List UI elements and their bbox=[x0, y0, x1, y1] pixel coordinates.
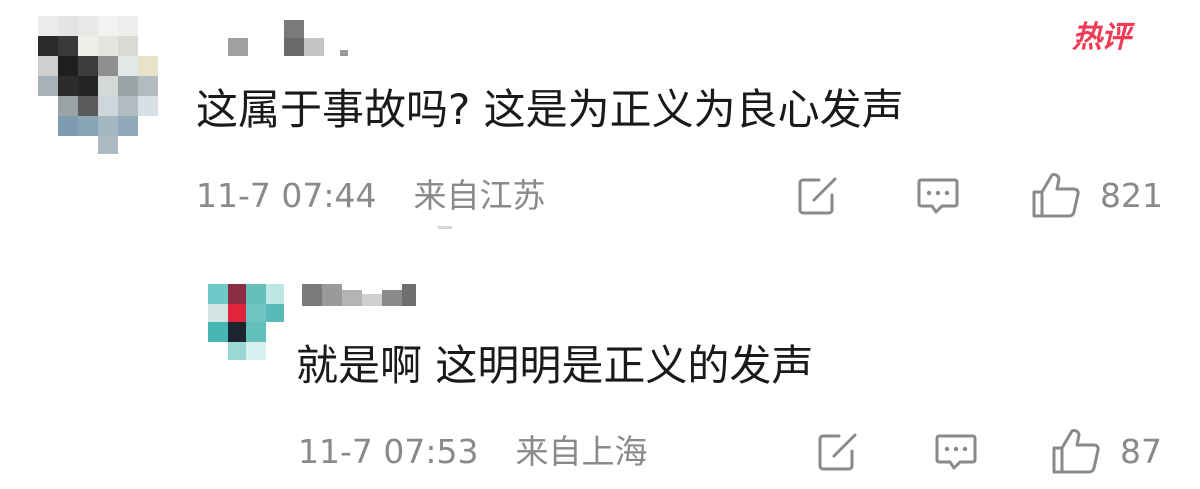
comment-text: 就是啊 这明明是正义的发声 bbox=[296, 341, 814, 390]
comment-location: 来自上海 bbox=[515, 432, 648, 471]
username-blurred[interactable] bbox=[228, 20, 368, 60]
comment-text: 这属于事故吗? 这是为正义为良心发声 bbox=[196, 85, 904, 134]
avatar[interactable] bbox=[38, 16, 178, 156]
share-edit-icon[interactable] bbox=[815, 430, 861, 474]
comment-time: 11-7 07:53 bbox=[298, 432, 479, 471]
avatar[interactable] bbox=[208, 284, 284, 360]
comment-icon[interactable] bbox=[915, 174, 961, 218]
hot-comment-badge: 热评 bbox=[1072, 20, 1131, 55]
thumbs-up-icon[interactable] bbox=[1030, 170, 1082, 220]
divider bbox=[438, 226, 452, 229]
comment-icon[interactable] bbox=[933, 430, 979, 474]
thumbs-up-icon[interactable] bbox=[1050, 426, 1102, 476]
share-edit-icon[interactable] bbox=[795, 174, 841, 218]
username-blurred[interactable] bbox=[302, 284, 422, 308]
like-count: 87 bbox=[1120, 432, 1162, 471]
comment-meta: 11-7 07:53 来自上海 bbox=[298, 430, 648, 474]
comment-location: 来自江苏 bbox=[413, 176, 546, 215]
like-count: 821 bbox=[1100, 176, 1163, 215]
comment-meta: 11-7 07:44 来自江苏 bbox=[196, 174, 546, 218]
comment-time: 11-7 07:44 bbox=[196, 176, 377, 215]
